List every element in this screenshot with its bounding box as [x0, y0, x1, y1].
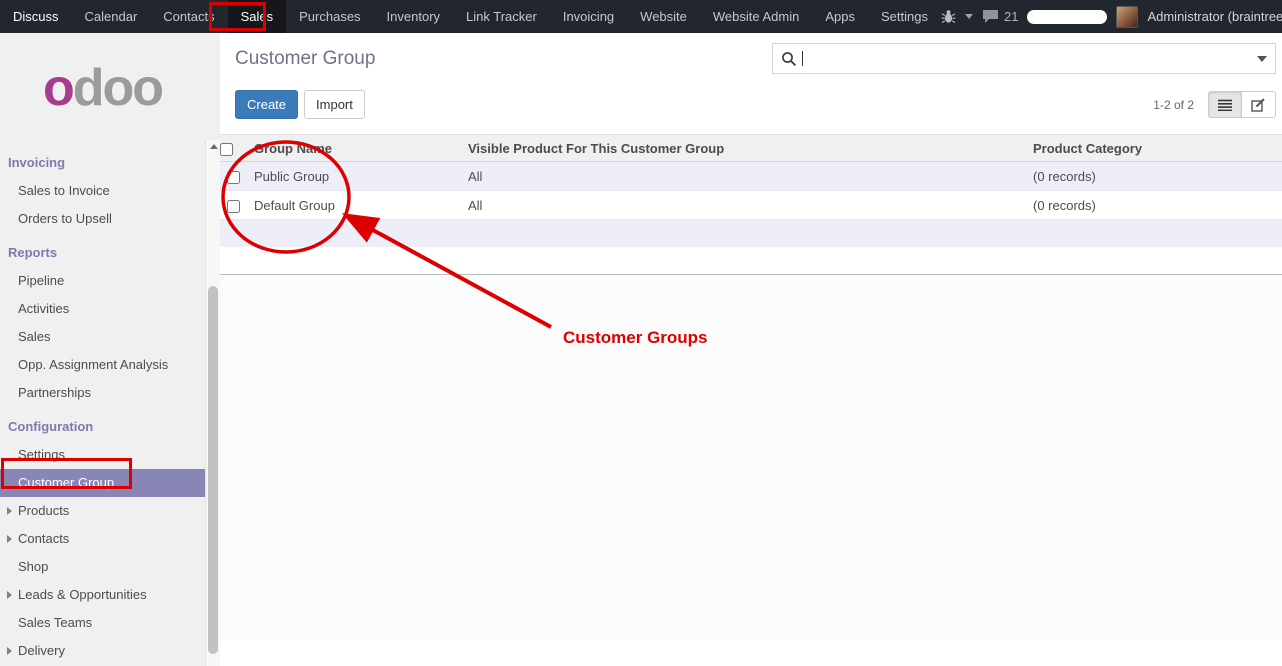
search-input[interactable]	[803, 46, 1257, 72]
empty-row	[220, 247, 1282, 274]
sidebar-item-sales-to-invoice[interactable]: Sales to Invoice	[0, 177, 205, 205]
list-icon	[1218, 99, 1232, 111]
expand-arrow-icon	[7, 591, 12, 599]
sidebar-item-label: Contacts	[18, 531, 69, 546]
expand-arrow-icon	[7, 647, 12, 655]
cell-group-name[interactable]: Public Group	[246, 162, 460, 191]
sidebar-item-orders-to-upsell[interactable]: Orders to Upsell	[0, 205, 205, 233]
odoo-logo: odoo	[0, 33, 205, 143]
table-row[interactable]: Default Group All (0 records)	[220, 191, 1282, 220]
sidebar-section-invoicing: Invoicing	[0, 149, 205, 177]
empty-row	[220, 220, 1282, 247]
menu-invoicing[interactable]: Invoicing	[550, 0, 627, 33]
cell-product-category[interactable]: (0 records)	[1025, 191, 1282, 220]
edit-form-icon	[1251, 98, 1266, 112]
sidebar-item-label: Leads & Opportunities	[18, 587, 147, 602]
user-menu[interactable]: Administrator (braintree)	[1147, 9, 1282, 24]
scrollbar-up-arrow[interactable]	[210, 144, 218, 149]
sidebar-item-label: Products	[18, 503, 69, 518]
menu-link-tracker[interactable]: Link Tracker	[453, 0, 550, 33]
sidebar-item-pipeline[interactable]: Pipeline	[0, 267, 205, 295]
scrollbar-thumb[interactable]	[208, 286, 218, 654]
debug-caret-icon[interactable]	[965, 14, 973, 19]
column-header-product-category[interactable]: Product Category	[1025, 135, 1282, 162]
row-checkbox[interactable]	[227, 200, 240, 213]
expand-arrow-icon	[7, 507, 12, 515]
create-button[interactable]: Create	[235, 90, 298, 119]
sidebar-item-customer-group[interactable]: Customer Group	[0, 469, 205, 497]
cell-group-name[interactable]: Default Group	[246, 191, 460, 220]
column-header-group-name[interactable]: Group Name	[246, 135, 460, 162]
sidebar-item-opp-assignment-analysis[interactable]: Opp. Assignment Analysis	[0, 351, 205, 379]
main-menu: Discuss Calendar Contacts Sales Purchase…	[0, 0, 941, 33]
sidebar-section-configuration: Configuration	[0, 413, 205, 441]
main-content: Customer Group Create Import 1-2 of 2	[220, 33, 1282, 666]
search-bar	[772, 43, 1276, 74]
sidebar-item-partnerships[interactable]: Partnerships	[0, 379, 205, 407]
sidebar-item-label: Delivery	[18, 643, 65, 658]
cell-product-category[interactable]: (0 records)	[1025, 162, 1282, 191]
avatar[interactable]	[1116, 6, 1138, 28]
form-view-button[interactable]	[1242, 91, 1276, 118]
menu-discuss[interactable]: Discuss	[0, 0, 72, 33]
search-options-caret-icon[interactable]	[1257, 56, 1267, 62]
select-all-checkbox[interactable]	[220, 143, 233, 156]
sidebar-item-contacts[interactable]: Contacts	[0, 525, 205, 553]
cell-visible-product[interactable]: All	[460, 191, 1025, 220]
import-button[interactable]: Import	[304, 90, 365, 119]
top-navbar: Discuss Calendar Contacts Sales Purchase…	[0, 0, 1282, 33]
table-row[interactable]: Public Group All (0 records)	[220, 162, 1282, 191]
sidebar-item-delivery[interactable]: Delivery	[0, 637, 205, 665]
sidebar-scrollbar[interactable]	[205, 140, 220, 666]
sidebar-item-sales[interactable]: Sales	[0, 323, 205, 351]
view-switcher	[1208, 91, 1276, 118]
table-header-row: Group Name Visible Product For This Cust…	[220, 135, 1282, 162]
menu-inventory[interactable]: Inventory	[374, 0, 453, 33]
menu-website[interactable]: Website	[627, 0, 700, 33]
menu-settings[interactable]: Settings	[868, 0, 941, 33]
sidebar-item-shop[interactable]: Shop	[0, 553, 205, 581]
sidebar-item-sales-teams[interactable]: Sales Teams	[0, 609, 205, 637]
cell-visible-product[interactable]: All	[460, 162, 1025, 191]
sidebar-item-activities[interactable]: Activities	[0, 295, 205, 323]
expand-arrow-icon	[7, 535, 12, 543]
sidebar-item-products[interactable]: Products	[0, 497, 205, 525]
sidebar-item-leads-opportunities[interactable]: Leads & Opportunities	[0, 581, 205, 609]
topbar-right-cluster: 21 Administrator (braintree)	[941, 0, 1282, 33]
customer-group-table: Group Name Visible Product For This Cust…	[220, 134, 1282, 274]
status-pill[interactable]	[1027, 10, 1107, 24]
menu-website-admin[interactable]: Website Admin	[700, 0, 812, 33]
bug-icon[interactable]	[941, 9, 956, 24]
row-checkbox[interactable]	[227, 171, 240, 184]
search-icon[interactable]	[781, 51, 797, 67]
content-background	[220, 275, 1282, 640]
sidebar-section-reports: Reports	[0, 239, 205, 267]
column-header-visible-product[interactable]: Visible Product For This Customer Group	[460, 135, 1025, 162]
message-count: 21	[1004, 9, 1018, 24]
pager-range: 1-2 of 2	[1153, 98, 1194, 112]
menu-contacts[interactable]: Contacts	[150, 0, 227, 33]
sidebar-item-settings[interactable]: Settings	[0, 441, 205, 469]
menu-sales[interactable]: Sales	[228, 0, 287, 33]
page-title: Customer Group	[235, 48, 375, 70]
sidebar: odoo Invoicing Sales to Invoice Orders t…	[0, 33, 220, 666]
menu-apps[interactable]: Apps	[812, 0, 868, 33]
list-view-button[interactable]	[1208, 91, 1242, 118]
messages-icon[interactable]	[982, 9, 999, 24]
menu-calendar[interactable]: Calendar	[72, 0, 151, 33]
menu-purchases[interactable]: Purchases	[286, 0, 373, 33]
